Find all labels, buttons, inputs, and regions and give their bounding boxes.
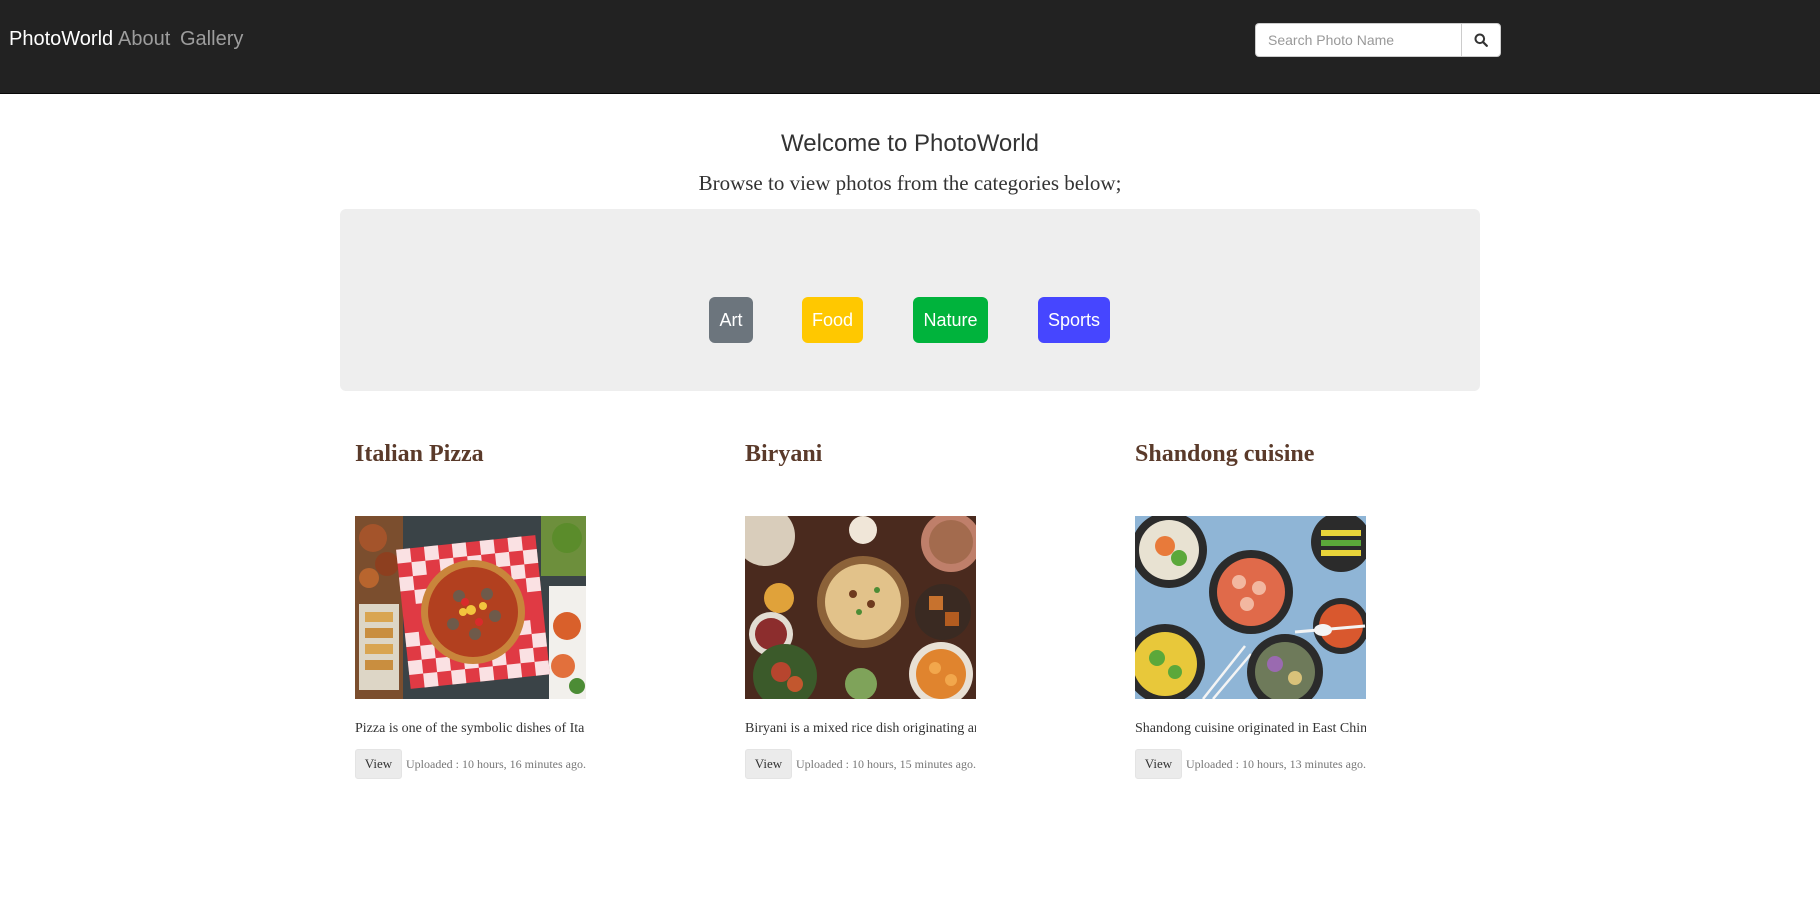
category-button-food[interactable]: Food — [802, 297, 863, 343]
category-button-sports[interactable]: Sports — [1038, 297, 1110, 343]
shandong-cuisine-photo[interactable] — [1135, 516, 1366, 699]
search-button[interactable] — [1461, 23, 1501, 57]
photo-description: Biryani is a mixed rice dish originating… — [745, 721, 976, 736]
card-footer: View Uploaded : 10 hours, 15 minutes ago… — [745, 749, 977, 779]
photo-description: Shandong cuisine originated in East Chin — [1135, 721, 1366, 736]
view-button[interactable]: View — [355, 749, 402, 779]
search-input[interactable] — [1255, 23, 1461, 57]
card-footer: View Uploaded : 10 hours, 16 minutes ago… — [355, 749, 587, 779]
upload-time: Uploaded : 10 hours, 13 minutes ago. — [1186, 756, 1366, 771]
photo-title: Biryani — [745, 441, 823, 467]
search-form — [1255, 23, 1501, 57]
category-panel: Art Food Nature Sports — [340, 209, 1480, 391]
photo-card: Biryani Biryani is a mixed rice dish ori… — [745, 440, 977, 779]
photo-card: Shandong cuisine Shandong cuisine origin… — [1135, 440, 1367, 779]
photo-description: Pizza is one of the symbolic dishes of I… — [355, 721, 585, 736]
page-subtitle: Browse to view photos from the categorie… — [698, 171, 1122, 195]
pizza-photo[interactable] — [355, 516, 586, 699]
page-title: Welcome to PhotoWorld — [781, 130, 1039, 157]
photo-card: Italian Pizza Pizza is one of the symbol… — [355, 440, 587, 779]
nav-link-gallery[interactable]: Gallery — [180, 28, 243, 51]
category-button-nature[interactable]: Nature — [913, 297, 988, 343]
nav-link-about[interactable]: About — [118, 28, 170, 51]
biryani-photo[interactable] — [745, 516, 976, 699]
view-button[interactable]: View — [745, 749, 792, 779]
card-footer: View Uploaded : 10 hours, 13 minutes ago… — [1135, 749, 1367, 779]
search-icon — [1474, 33, 1488, 47]
photo-title: Shandong cuisine — [1135, 441, 1315, 467]
upload-time: Uploaded : 10 hours, 15 minutes ago. — [796, 756, 976, 771]
category-button-art[interactable]: Art — [709, 297, 753, 343]
brand-link[interactable]: PhotoWorld — [9, 28, 113, 51]
navbar: PhotoWorld About Gallery — [0, 0, 1820, 94]
photo-title: Italian Pizza — [355, 441, 484, 467]
upload-time: Uploaded : 10 hours, 16 minutes ago. — [406, 756, 586, 771]
view-button[interactable]: View — [1135, 749, 1182, 779]
